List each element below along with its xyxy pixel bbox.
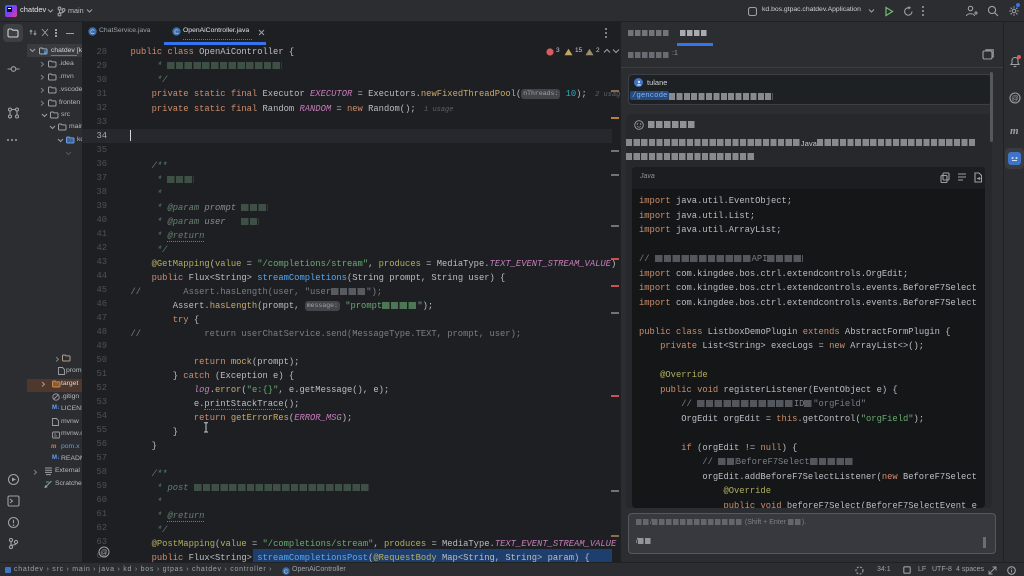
svg-text:C: C [174,29,179,36]
svg-text:C: C [284,569,288,575]
svg-text:@: @ [1011,96,1018,103]
svg-text:@: @ [100,550,107,557]
svg-text:C: C [90,29,95,36]
